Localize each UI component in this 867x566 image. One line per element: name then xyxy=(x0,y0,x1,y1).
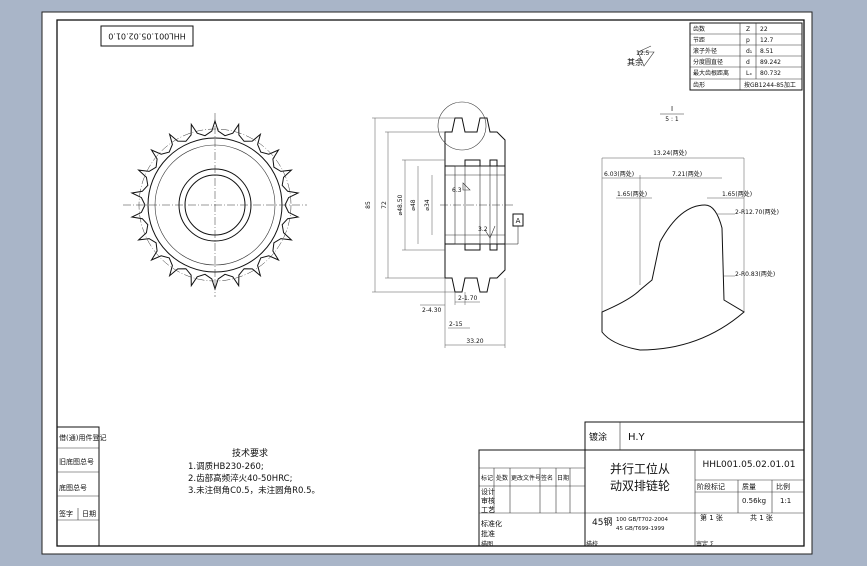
strip-item-3: 底图总号 xyxy=(59,483,87,492)
spec-name-4: 最大齿根距离 xyxy=(693,69,729,77)
spec-symbol-4: Lₓ xyxy=(746,70,752,77)
tech-req-line-1: 1.调质HB230-260; xyxy=(188,461,264,472)
dia-85: 85 xyxy=(365,201,372,209)
role-1: 设计 xyxy=(481,487,495,496)
dim-1-65-b: 1.65(两处) xyxy=(722,190,752,198)
std-label: 标准化 xyxy=(481,519,502,528)
spec-symbol-1: p xyxy=(746,37,750,44)
strip-item-5: 日期 xyxy=(82,510,96,518)
tech-req-line-3: 3.未注倒角C0.5，未注圆角R0.5。 xyxy=(188,485,320,496)
dim-6-03: 6.03(两处) xyxy=(604,170,634,178)
spec-value-0: 22 xyxy=(760,26,768,33)
detail-scale: 5 : 1 xyxy=(665,116,679,123)
spec-value-5: 按GB1244-85加工 xyxy=(744,81,796,89)
spec-name-2: 滚子外径 xyxy=(693,47,717,55)
dim-2-15: 2-15 xyxy=(449,321,463,328)
designer-code: H.Y xyxy=(628,432,646,443)
spec-symbol-0: Z xyxy=(746,26,750,33)
dim-r0-83: 2-R0.83(两处) xyxy=(735,270,775,278)
std-2: 45 GB/T699-1999 xyxy=(616,526,665,532)
dia-34: ⌀34 xyxy=(424,199,431,210)
datum-label: A xyxy=(516,217,521,225)
spec-name-0: 齿数 xyxy=(693,25,705,33)
rev-h-3: 更改文件号 xyxy=(511,474,541,482)
roughness-value: 12.5 xyxy=(636,50,650,57)
tech-req-line-2: 2.齿部高频淬火40-50HRC; xyxy=(188,473,292,484)
roughness-bore: 3.2 xyxy=(478,226,488,233)
dim-13-24: 13.24(两处) xyxy=(653,149,687,157)
part-name-2: 动双排链轮 xyxy=(610,478,670,493)
sheet-a: 第 1 张 xyxy=(700,513,723,522)
tech-req-title: 技术要求 xyxy=(232,447,268,459)
weight-value: 0.56kg xyxy=(742,497,766,505)
paper-sheet xyxy=(41,11,813,555)
dim-r12-70: 2-R12.70(两处) xyxy=(735,208,779,216)
rotated-code: HHL001.05.02.01.0 xyxy=(108,32,186,41)
cad-viewport[interactable]: HHL001.05.02.01.0 其余 12.5 6.3 3.2 A 85 7… xyxy=(0,0,867,562)
surface-label: 镀涂 xyxy=(589,431,607,443)
roughness-face: 6.3 xyxy=(452,187,462,194)
std-1: 100 GB/T702-2004 xyxy=(616,517,668,523)
scale-label: 比例 xyxy=(776,482,790,491)
spec-name-5: 齿形 xyxy=(693,81,705,89)
scale-value: 1:1 xyxy=(780,497,791,505)
spec-value-1: 12.7 xyxy=(760,37,774,44)
spec-name-3: 分度圆直径 xyxy=(693,58,723,66)
dim-7-21: 7.21(两处) xyxy=(672,170,702,178)
strip-item-2: 旧底图总号 xyxy=(59,457,94,466)
part-name-1: 并行工位从 xyxy=(610,461,670,476)
detail-label: I xyxy=(671,105,673,113)
rev-h-2: 处数 xyxy=(496,474,508,482)
role-3: 工艺 xyxy=(481,506,495,514)
rev-h-5: 日期 xyxy=(557,474,569,482)
drawing-canvas: HHL001.05.02.01.0 其余 12.5 6.3 3.2 A 85 7… xyxy=(41,11,813,555)
bottom-1: 描图 xyxy=(481,540,493,548)
dia-48: ⌀48 xyxy=(410,199,417,210)
strip-item-4: 签字 xyxy=(59,509,73,518)
spec-symbol-2: d₁ xyxy=(746,48,753,55)
approve-label: 批准 xyxy=(481,529,495,538)
material: 45钢 xyxy=(592,516,612,528)
spec-name-1: 节距 xyxy=(693,36,705,44)
dim-1-65-a: 1.65(两处) xyxy=(617,190,647,198)
dia-72: 72 xyxy=(381,201,388,209)
drawing-number: HHL001.05.02.01.01 xyxy=(703,460,796,470)
bottom-2: 描校 xyxy=(586,540,598,548)
bottom-3: 审定 Σ xyxy=(696,540,714,548)
spec-value-4: 80.732 xyxy=(760,70,781,77)
rev-h-1: 标记 xyxy=(481,474,493,482)
sheet-b: 共 1 张 xyxy=(750,513,773,522)
dim-2-4-30: 2-4.30 xyxy=(422,307,442,314)
spec-symbol-3: d xyxy=(746,59,750,66)
dia-48-50: ⌀48.50 xyxy=(397,194,404,215)
spec-value-2: 8.51 xyxy=(760,48,774,55)
rev-h-4: 签名 xyxy=(541,474,553,482)
dim-total-width: 33.20 xyxy=(466,338,483,345)
stage-label: 阶段标记 xyxy=(697,482,725,491)
role-2: 审核 xyxy=(481,496,495,505)
spec-value-3: 89.242 xyxy=(760,59,781,66)
dim-2-1-70: 2-1.70 xyxy=(458,295,478,302)
weight-label: 质量 xyxy=(742,482,756,491)
strip-item-1: 借(通)用件登记 xyxy=(59,433,106,442)
